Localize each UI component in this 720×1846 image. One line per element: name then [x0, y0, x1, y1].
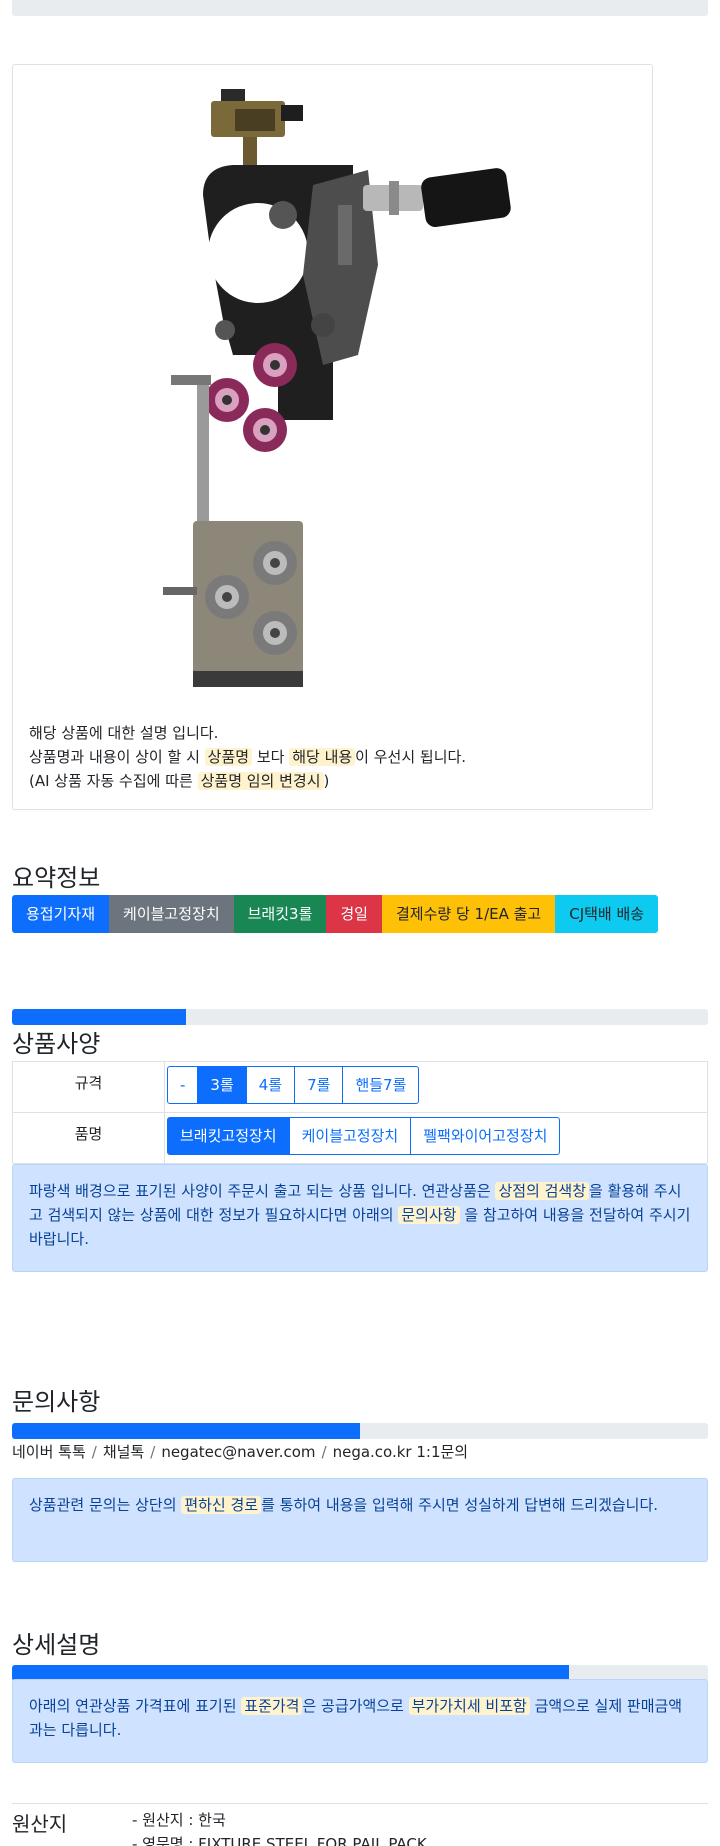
product-image [163, 89, 511, 687]
size-option-7roll[interactable]: 7롤 [294, 1066, 344, 1104]
description-line-2: 상품명과 내용이 상이 할 시 상품명 보다 해당 내용 이 우선시 됩니다. [29, 745, 629, 769]
name-option-group: 브래킷고정장치 케이블고정장치 펠팩와이어고정장치 [167, 1117, 561, 1155]
description-text: ) [323, 772, 330, 790]
description-text: 보다 [252, 748, 290, 766]
spec-progress-fill [12, 1009, 186, 1025]
separator: / [321, 1443, 327, 1461]
size-option-group: - 3롤 4롤 7롤 핸들7롤 [167, 1066, 420, 1104]
badge-brand: 경일 [326, 895, 382, 933]
top-progress-bar [12, 0, 708, 16]
description-text: 상품명과 내용이 상이 할 시 [29, 748, 205, 766]
link-email[interactable]: negatec@naver.com [161, 1443, 315, 1461]
contact-links: 네이버 톡톡 / 채널톡 / negatec@naver.com / nega.co.kr … [12, 1441, 468, 1462]
separator: / [91, 1443, 97, 1461]
notice-text: 상품관련 문의는 상단의 [29, 1496, 182, 1514]
link-naver-talk[interactable]: 네이버 톡톡 [12, 1443, 86, 1461]
spec-table: 규격 - 3롤 4롤 7롤 핸들7롤 품명 브래킷고정장치 케이블고정장치 펠팩… [12, 1061, 708, 1164]
product-description: 해당 상품에 대한 설명 입니다. 상품명과 내용이 상이 할 시 상품명 보다… [29, 721, 629, 793]
name-option-pailpack[interactable]: 펠팩와이어고정장치 [410, 1117, 561, 1155]
inquiry-progress [12, 1423, 708, 1439]
size-option-4roll[interactable]: 4롤 [245, 1066, 296, 1104]
description-line-3: (AI 상품 자동 수집에 따른 상품명 임의 변경시) [29, 769, 629, 793]
name-option-bracket[interactable]: 브래킷고정장치 [167, 1117, 290, 1155]
detail-notice: 아래의 연관상품 가격표에 표기된 표준가격 은 공급가액으로 부가가치세 비포함… [12, 1679, 708, 1763]
summary-badges: 용접기자재 케이블고정장치 브래킷3롤 경일 결제수량 당 1/EA 출고 CJ… [12, 895, 659, 933]
badge-spec: 브래킷3롤 [233, 895, 327, 933]
spec-label-name: 품명 [12, 1112, 165, 1164]
badge-quantity: 결제수량 당 1/EA 출고 [381, 895, 556, 933]
spec-label-size: 규격 [12, 1061, 165, 1113]
link-channel-talk[interactable]: 채널톡 [103, 1443, 144, 1461]
inquiry-notice: 상품관련 문의는 상단의 편하신 경로 를 통하여 내용을 입력해 주시면 성실하… [12, 1478, 708, 1562]
link-website-inquiry[interactable]: nega.co.kr 1:1문의 [333, 1443, 469, 1461]
highlight-standard-price: 표준가격 [241, 1697, 303, 1715]
size-option-3roll[interactable]: 3롤 [197, 1066, 247, 1104]
notice-text: 파랑색 배경으로 표기된 사양이 주문시 출고 되는 상품 입니다. 연관상품은 [29, 1182, 496, 1200]
highlight-name-change: 상품명 임의 변경시 [197, 772, 324, 790]
highlight-product-name: 상품명 [204, 748, 253, 766]
origin-label: 원산지 [12, 1812, 68, 1836]
spec-row-size: 규격 - 3롤 4롤 7롤 핸들7롤 [12, 1061, 708, 1113]
badge-shipping: CJ택배 배송 [555, 895, 659, 933]
separator: / [150, 1443, 156, 1461]
highlight-inquiry: 문의사항 [398, 1206, 460, 1224]
description-text: (AI 상품 자동 수집에 따른 [29, 772, 198, 790]
product-card: 해당 상품에 대한 설명 입니다. 상품명과 내용이 상이 할 시 상품명 보다… [12, 64, 653, 810]
spec-title: 상품사양 [12, 1030, 101, 1058]
badge-product-type: 케이블고정장치 [109, 895, 234, 933]
size-option-none[interactable]: - [167, 1066, 199, 1104]
size-option-handle-7roll[interactable]: 핸들7롤 [342, 1066, 420, 1104]
spec-notice: 파랑색 배경으로 표기된 사양이 주문시 출고 되는 상품 입니다. 연관상품은… [12, 1164, 708, 1272]
notice-text: 를 통하여 내용을 입력해 주시면 성실하게 답변해 드리겠습니다. [261, 1496, 659, 1514]
spec-options-name: 브래킷고정장치 케이블고정장치 펠팩와이어고정장치 [164, 1112, 708, 1164]
badge-category: 용접기자재 [12, 895, 110, 933]
inquiry-title: 문의사항 [12, 1388, 101, 1416]
origin-country: - 원산지 : 한국 [132, 1811, 226, 1829]
origin-english-name: - 영문명 : FIXTURE STEEL FOR PAIL PACK [132, 1835, 427, 1846]
origin-row: 원산지 - 원산지 : 한국 - 영문명 : FIXTURE STEEL FOR… [12, 1803, 708, 1846]
spec-options-size: - 3롤 4롤 7롤 핸들7롤 [164, 1061, 708, 1113]
highlight-route: 편하신 경로 [181, 1496, 262, 1514]
highlight-search: 상점의 검색창 [495, 1182, 590, 1200]
inquiry-progress-fill [12, 1423, 360, 1439]
highlight-content: 해당 내용 [289, 748, 356, 766]
description-line-1: 해당 상품에 대한 설명 입니다. [29, 724, 219, 742]
spec-progress [12, 1009, 708, 1025]
name-option-cable[interactable]: 케이블고정장치 [288, 1117, 412, 1155]
origin-details: - 원산지 : 한국 - 영문명 : FIXTURE STEEL FOR PAI… [132, 1808, 427, 1846]
notice-text: 아래의 연관상품 가격표에 표기된 [29, 1697, 242, 1715]
spec-row-name: 품명 브래킷고정장치 케이블고정장치 펠팩와이어고정장치 [12, 1112, 708, 1164]
detail-title: 상세설명 [12, 1631, 101, 1659]
highlight-vat: 부가가치세 비포함 [408, 1697, 530, 1715]
notice-text: 은 공급가액으로 [302, 1697, 409, 1715]
description-text: 이 우선시 됩니다. [355, 748, 467, 766]
summary-title: 요약정보 [12, 864, 101, 892]
